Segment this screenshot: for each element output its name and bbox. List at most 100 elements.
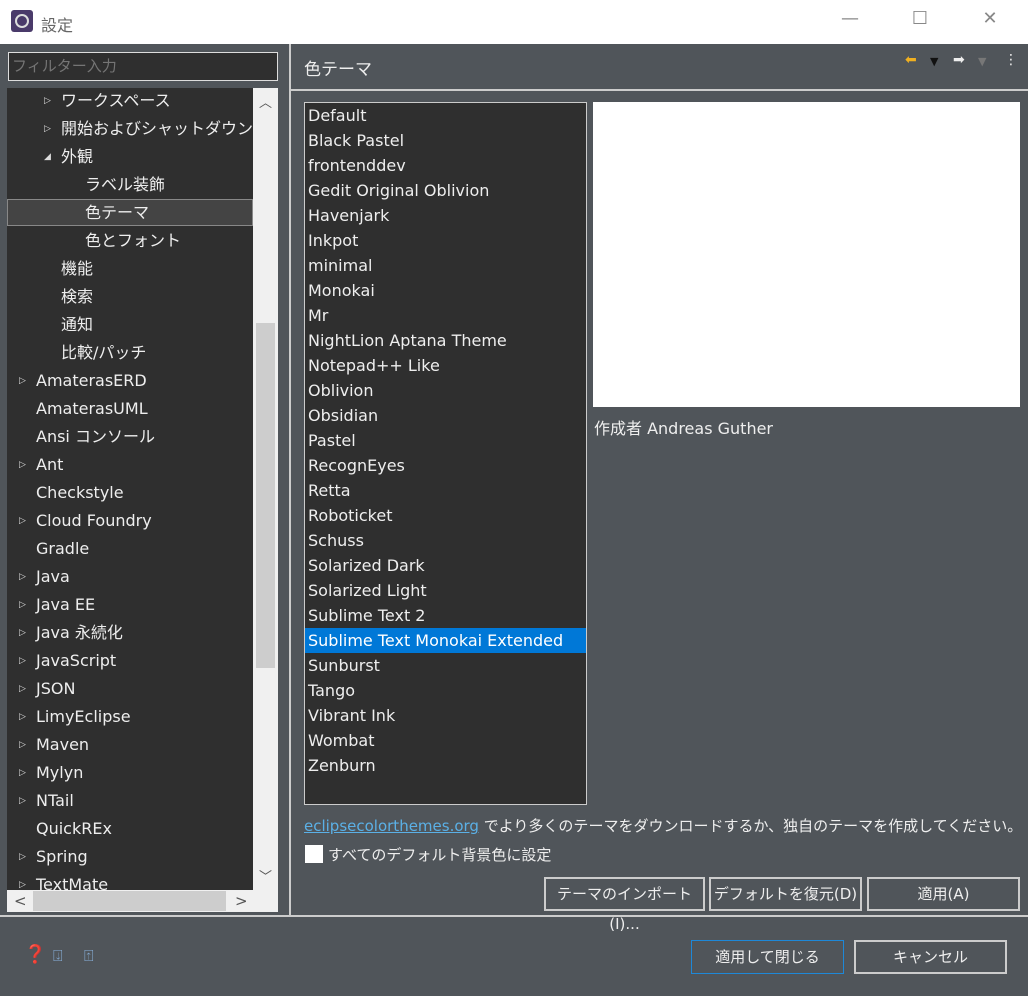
theme-list-item[interactable]: Sublime Text Monokai Extended <box>305 628 586 653</box>
forward-menu-icon[interactable]: ▼ <box>978 55 986 68</box>
tree-item[interactable]: Checkstyle <box>36 480 124 506</box>
theme-list-item[interactable]: Black Pastel <box>305 128 586 153</box>
tree-item[interactable]: 通知 <box>61 312 93 338</box>
theme-list-item[interactable]: minimal <box>305 253 586 278</box>
tree-item[interactable]: ▷ 開始およびシャットダウン <box>44 116 253 142</box>
cancel-button[interactable]: キャンセル <box>854 940 1007 974</box>
collapsed-arrow-icon[interactable]: ▷ <box>19 620 26 646</box>
theme-list-item[interactable]: Obsidian <box>305 403 586 428</box>
collapsed-arrow-icon[interactable]: ▷ <box>19 844 26 870</box>
tree-item[interactable]: 検索 <box>61 284 93 310</box>
theme-list-item[interactable]: Pastel <box>305 428 586 453</box>
theme-list-item[interactable]: Sunburst <box>305 653 586 678</box>
expanded-arrow-icon[interactable]: ◢ <box>44 144 51 170</box>
tree-item[interactable]: 比較/パッチ <box>61 340 146 366</box>
collapsed-arrow-icon[interactable]: ▷ <box>19 872 26 890</box>
maximize-button[interactable]: ☐ <box>900 8 940 36</box>
theme-list-item[interactable]: Zenburn <box>305 753 586 778</box>
theme-list-item[interactable]: Solarized Light <box>305 578 586 603</box>
theme-list-item[interactable]: Vibrant Ink <box>305 703 586 728</box>
tree-item[interactable]: ▷ ワークスペース <box>44 88 171 114</box>
forward-arrow-icon[interactable]: ➡ <box>953 52 965 68</box>
tree-item[interactable]: ▷ JSON <box>19 676 75 702</box>
tree-item[interactable]: ▷ Java 永続化 <box>19 620 123 646</box>
tree-item[interactable]: Ansi コンソール <box>36 424 155 450</box>
tree-item[interactable]: ▷ Ant <box>19 452 63 478</box>
restore-defaults-button[interactable]: デフォルトを復元(D) <box>709 877 862 911</box>
theme-list-item[interactable]: Inkpot <box>305 228 586 253</box>
theme-list-item[interactable]: Gedit Original Oblivion <box>305 178 586 203</box>
scroll-right-icon[interactable]: > <box>235 892 248 910</box>
tree-horizontal-scrollbar[interactable]: < > <box>7 890 278 912</box>
export-preferences-icon[interactable]: ⍐ <box>84 946 94 966</box>
tree-item[interactable]: ▷ LimyEclipse <box>19 704 131 730</box>
eclipsecolorthemes-link[interactable]: eclipsecolorthemes.org <box>304 817 479 835</box>
tree-item[interactable]: ▷ Java <box>19 564 70 590</box>
theme-list-item[interactable]: Monokai <box>305 278 586 303</box>
collapsed-arrow-icon[interactable]: ▷ <box>19 676 26 702</box>
collapsed-arrow-icon[interactable]: ▷ <box>44 116 51 142</box>
close-button[interactable]: ✕ <box>970 8 1010 36</box>
set-default-bg-label[interactable]: すべてのデフォルト背景色に設定 <box>328 844 551 865</box>
collapsed-arrow-icon[interactable]: ▷ <box>19 732 26 758</box>
back-arrow-icon[interactable]: ⬅ <box>905 52 917 68</box>
theme-list-item[interactable]: Oblivion <box>305 378 586 403</box>
scroll-left-icon[interactable]: < <box>14 892 27 910</box>
tree-item[interactable]: 色とフォント <box>85 228 181 254</box>
tree-item[interactable]: ▷ Spring <box>19 844 88 870</box>
minimize-button[interactable]: — <box>830 8 870 36</box>
help-icon[interactable]: ❓ <box>24 944 46 965</box>
scroll-thumb[interactable] <box>256 323 275 668</box>
theme-list-item[interactable]: Default <box>305 103 586 128</box>
tree-item[interactable]: Gradle <box>36 536 89 562</box>
tree-item[interactable]: ▷ AmaterasERD <box>19 368 147 394</box>
apply-and-close-button[interactable]: 適用して閉じる <box>691 940 844 974</box>
collapsed-arrow-icon[interactable]: ▷ <box>19 564 26 590</box>
tree-item[interactable]: AmaterasUML <box>36 396 148 422</box>
collapsed-arrow-icon[interactable]: ▷ <box>44 88 51 114</box>
theme-list-item[interactable]: frontenddev <box>305 153 586 178</box>
tree-item[interactable]: ▷ NTail <box>19 788 74 814</box>
tree-vertical-scrollbar[interactable]: ︿ ﹀ <box>253 88 278 890</box>
theme-list[interactable]: Default Black Pastel frontenddev Gedit Orig… <box>304 102 587 805</box>
tree-item[interactable]: ラベル装飾 <box>85 172 165 198</box>
tree-item[interactable]: ▷ Maven <box>19 732 89 758</box>
theme-list-item[interactable]: Schuss <box>305 528 586 553</box>
theme-list-item[interactable]: Tango <box>305 678 586 703</box>
collapsed-arrow-icon[interactable]: ▷ <box>19 788 26 814</box>
collapsed-arrow-icon[interactable]: ▷ <box>19 452 26 478</box>
theme-list-item[interactable]: Mr <box>305 303 586 328</box>
tree-item[interactable]: ◢ 外観 <box>44 144 93 170</box>
scroll-thumb[interactable] <box>33 891 226 911</box>
theme-list-item[interactable]: Havenjark <box>305 203 586 228</box>
tree-item[interactable]: 機能 <box>61 256 93 282</box>
tree-item[interactable]: ▷ Cloud Foundry <box>19 508 152 534</box>
tree-item[interactable]: ▷ Java EE <box>19 592 95 618</box>
tree-item[interactable]: ▷ JavaScript <box>19 648 116 674</box>
theme-list-item[interactable]: RecognEyes <box>305 453 586 478</box>
collapsed-arrow-icon[interactable]: ▷ <box>19 368 26 394</box>
import-preferences-icon[interactable]: ⍗ <box>53 946 63 966</box>
collapsed-arrow-icon[interactable]: ▷ <box>19 508 26 534</box>
import-theme-button[interactable]: テーマのインポート(I)... <box>544 877 705 933</box>
collapsed-arrow-icon[interactable]: ▷ <box>19 648 26 674</box>
tree-item[interactable]: QuickREx <box>36 816 112 842</box>
scroll-up-icon[interactable]: ︿ <box>259 92 272 111</box>
theme-list-item[interactable]: Roboticket <box>305 503 586 528</box>
theme-list-item[interactable]: Sublime Text 2 <box>305 603 586 628</box>
more-options-icon[interactable]: ⋮ <box>1004 52 1018 68</box>
tree-item[interactable]: ▷ TextMate <box>19 872 108 890</box>
back-menu-icon[interactable]: ▼ <box>930 55 938 68</box>
tree-item[interactable]: ▷ Mylyn <box>19 760 83 786</box>
scroll-down-icon[interactable]: ﹀ <box>259 866 272 885</box>
theme-list-item[interactable]: Wombat <box>305 728 586 753</box>
theme-list-item[interactable]: Retta <box>305 478 586 503</box>
theme-list-item[interactable]: NightLion Aptana Theme <box>305 328 586 353</box>
collapsed-arrow-icon[interactable]: ▷ <box>19 760 26 786</box>
filter-input[interactable] <box>8 52 278 81</box>
tree-item[interactable]: 色テーマ <box>85 200 149 226</box>
set-default-bg-checkbox[interactable] <box>305 845 323 863</box>
collapsed-arrow-icon[interactable]: ▷ <box>19 704 26 730</box>
collapsed-arrow-icon[interactable]: ▷ <box>19 592 26 618</box>
apply-button[interactable]: 適用(A) <box>867 877 1020 911</box>
